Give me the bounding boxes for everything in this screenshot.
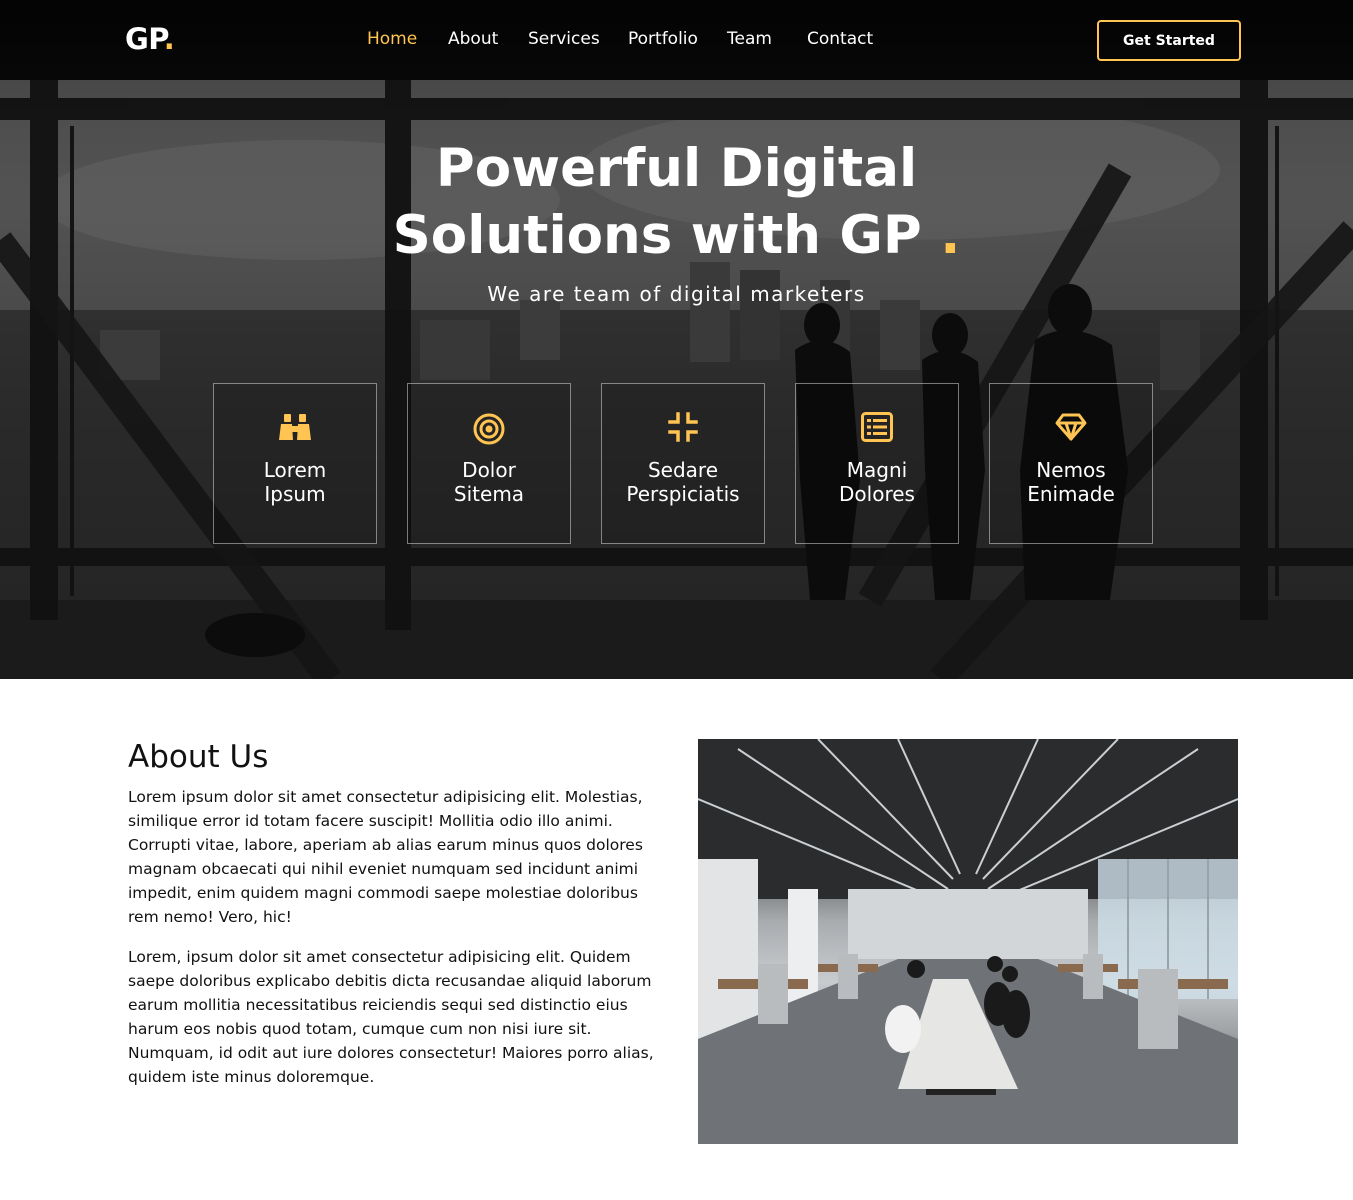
feature-label: Lorem Ipsum [214, 458, 376, 506]
feature-label-line2: Perspiciatis [626, 482, 740, 506]
feature-box-sedare-perspiciatis[interactable]: Sedare Perspiciatis [601, 383, 765, 544]
nav-link-services[interactable]: Services [528, 29, 600, 49]
feature-box-lorem-ipsum[interactable]: Lorem Ipsum [213, 383, 377, 544]
hero-title: Powerful Digital Solutions with GP . [0, 135, 1353, 269]
feature-label-line2: Sitema [453, 482, 525, 506]
nav-link-portfolio[interactable]: Portfolio [628, 29, 698, 49]
feature-label-line1: Nemos [1036, 458, 1106, 482]
hero-title-line2: Solutions with GP [392, 205, 922, 266]
compress-icon [602, 412, 764, 446]
feature-label-line2: Enimade [1027, 482, 1115, 506]
get-started-button[interactable]: Get Started [1097, 20, 1241, 61]
feature-label: Magni Dolores [796, 458, 958, 506]
about-paragraph-2: Lorem, ipsum dolor sit amet consectetur … [128, 948, 654, 1086]
feature-label-line1: Dolor [462, 458, 516, 482]
hero-background-image [0, 80, 1353, 679]
logo-text: GP [125, 22, 164, 56]
logo-dot: . [163, 22, 175, 56]
nav-link-team[interactable]: Team [727, 29, 772, 49]
feature-label-line1: Magni [846, 458, 908, 482]
diamond-icon [990, 412, 1152, 446]
office-image [698, 739, 1238, 1144]
feature-label: Dolor Sitema [408, 458, 570, 506]
office-photo-illustration [698, 739, 1238, 1144]
feature-label-line2: Ipsum [264, 482, 326, 506]
feature-box-dolor-sitema[interactable]: Dolor Sitema [407, 383, 571, 544]
target-icon [408, 412, 570, 446]
hero-title-dot: . [940, 205, 961, 266]
feature-box-nemos-enimade[interactable]: Nemos Enimade [989, 383, 1153, 544]
hero-section: GP. Home About Services Portfolio Team C… [0, 0, 1353, 679]
feature-label-line1: Lorem [263, 458, 327, 482]
about-paragraph-1: Lorem ipsum dolor sit amet consectetur a… [128, 788, 643, 926]
nav-link-about[interactable]: About [448, 29, 498, 49]
feature-label-line2: Dolores [839, 482, 915, 506]
hero-subtitle: We are team of digital marketers [487, 282, 866, 306]
feature-label: Nemos Enimade [990, 458, 1152, 506]
feature-label: Sedare Perspiciatis [602, 458, 764, 506]
nav-link-home[interactable]: Home [367, 29, 417, 49]
binoculars-icon [214, 412, 376, 446]
feature-label-line1: Sedare [647, 458, 719, 482]
logo[interactable]: GP. [125, 22, 175, 56]
about-title: About Us [128, 739, 269, 775]
nav-link-contact[interactable]: Contact [807, 29, 873, 49]
list-icon [796, 412, 958, 446]
navbar: GP. Home About Services Portfolio Team C… [0, 0, 1353, 80]
feature-box-magni-dolores[interactable]: Magni Dolores [795, 383, 959, 544]
hero-title-line1: Powerful Digital [435, 138, 918, 199]
